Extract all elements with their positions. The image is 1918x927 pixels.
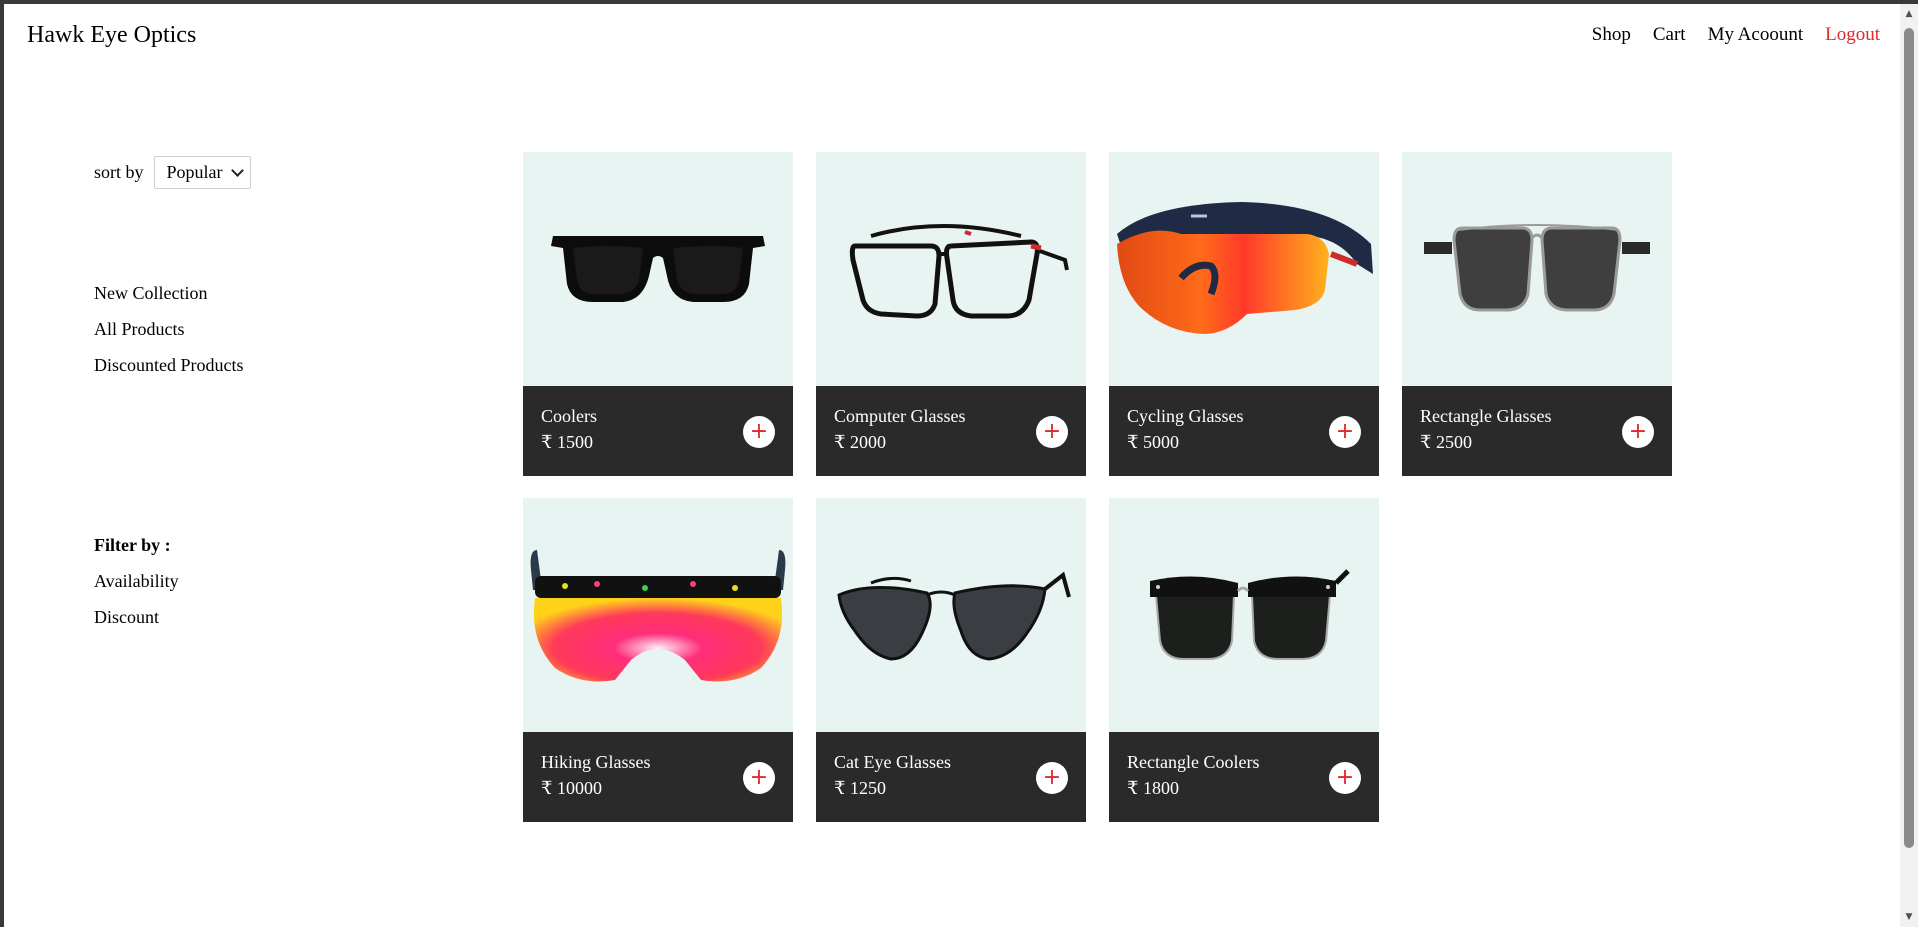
product-name: Hiking Glasses [541, 752, 651, 772]
brand-logo[interactable]: Hawk Eye Optics [27, 22, 196, 49]
product-image[interactable] [816, 152, 1086, 386]
product-image[interactable] [523, 152, 793, 386]
product-price: ₹ 1500 [541, 432, 593, 452]
product-price: ₹ 10000 [541, 778, 602, 798]
nav-logout[interactable]: Logout [1825, 24, 1880, 46]
product-info: Coolers ₹ 1500 + [523, 386, 793, 476]
product-name: Rectangle Coolers [1127, 752, 1260, 772]
browser-page: Hawk Eye Optics Shop Cart My Acoount Log… [4, 4, 1900, 927]
filter-panel: Filter by : Availability Discount [94, 533, 179, 629]
sort-selected-value: Popular [166, 162, 223, 182]
filter-availability[interactable]: Availability [94, 569, 179, 593]
product-info: Cat Eye Glasses ₹ 1250 + [816, 732, 1086, 822]
product-info: Cycling Glasses ₹ 5000 + [1109, 386, 1379, 476]
add-to-cart-button[interactable]: + [1329, 416, 1361, 448]
product-info: Rectangle Glasses ₹ 2500 + [1402, 386, 1672, 476]
product-price: ₹ 1250 [834, 778, 886, 798]
product-info: Hiking Glasses ₹ 10000 + [523, 732, 793, 822]
product-image[interactable] [1402, 152, 1672, 386]
filter-title: Filter by : [94, 535, 171, 555]
pink-shield-glasses-icon [530, 550, 786, 682]
nav-shop[interactable]: Shop [1592, 24, 1631, 46]
add-to-cart-button[interactable]: + [1329, 762, 1361, 794]
product-name: Cat Eye Glasses [834, 752, 951, 772]
product-card[interactable]: Cat Eye Glasses ₹ 1250 + [816, 498, 1086, 822]
product-image[interactable] [1109, 498, 1379, 732]
filter-discount[interactable]: Discount [94, 605, 179, 629]
product-card[interactable]: Coolers ₹ 1500 + [523, 152, 793, 476]
scrollbar-thumb[interactable] [1904, 28, 1914, 848]
link-discounted-products[interactable]: Discounted Products [94, 353, 243, 377]
product-name: Coolers [541, 406, 597, 426]
top-nav: Shop Cart My Acoount Logout [1592, 24, 1880, 46]
sort-label: sort by [94, 162, 144, 182]
product-name: Computer Glasses [834, 406, 966, 426]
chevron-down-icon [230, 164, 244, 177]
product-image[interactable] [523, 498, 793, 732]
product-grid: Coolers ₹ 1500 + Computer Glasses ₹ 2000… [523, 152, 1672, 822]
link-all-products[interactable]: All Products [94, 317, 243, 341]
product-price: ₹ 5000 [1127, 432, 1179, 452]
product-price: ₹ 1800 [1127, 778, 1179, 798]
product-price: ₹ 2000 [834, 432, 886, 452]
sunglasses-black-icon [551, 236, 765, 302]
vertical-scrollbar[interactable]: ▲ ▼ [1900, 4, 1918, 927]
sort-control: sort by Popular [94, 156, 251, 189]
product-name: Rectangle Glasses [1420, 406, 1552, 426]
add-to-cart-button[interactable]: + [743, 762, 775, 794]
product-card[interactable]: Cycling Glasses ₹ 5000 + [1109, 152, 1379, 476]
add-to-cart-button[interactable]: + [1036, 416, 1068, 448]
clear-frame-glasses-icon [849, 224, 1069, 319]
orange-shield-glasses-icon [1117, 202, 1373, 334]
product-info: Rectangle Coolers ₹ 1800 + [1109, 732, 1379, 822]
product-image[interactable] [1109, 152, 1379, 386]
product-card[interactable]: Computer Glasses ₹ 2000 + [816, 152, 1086, 476]
sort-select[interactable]: Popular [153, 156, 251, 189]
product-price: ₹ 2500 [1420, 432, 1472, 452]
product-info: Computer Glasses ₹ 2000 + [816, 386, 1086, 476]
add-to-cart-button[interactable]: + [743, 416, 775, 448]
product-name: Cycling Glasses [1127, 406, 1244, 426]
product-card[interactable]: Rectangle Glasses ₹ 2500 + [1402, 152, 1672, 476]
add-to-cart-button[interactable]: + [1036, 762, 1068, 794]
collection-links: New Collection All Products Discounted P… [94, 281, 243, 377]
product-image[interactable] [816, 498, 1086, 732]
add-to-cart-button[interactable]: + [1622, 416, 1654, 448]
browline-sunglasses-icon [1150, 569, 1350, 660]
scroll-up-arrow-icon[interactable]: ▲ [1900, 6, 1918, 22]
cat-eye-glasses-icon [837, 571, 1071, 661]
link-new-collection[interactable]: New Collection [94, 281, 243, 305]
product-card[interactable]: Hiking Glasses ₹ 10000 + [523, 498, 793, 822]
product-card[interactable]: Rectangle Coolers ₹ 1800 + [1109, 498, 1379, 822]
rectangle-grey-glasses-icon [1424, 224, 1650, 312]
nav-cart[interactable]: Cart [1653, 24, 1686, 46]
nav-my-account[interactable]: My Acoount [1708, 24, 1804, 46]
scroll-down-arrow-icon[interactable]: ▼ [1900, 909, 1918, 925]
